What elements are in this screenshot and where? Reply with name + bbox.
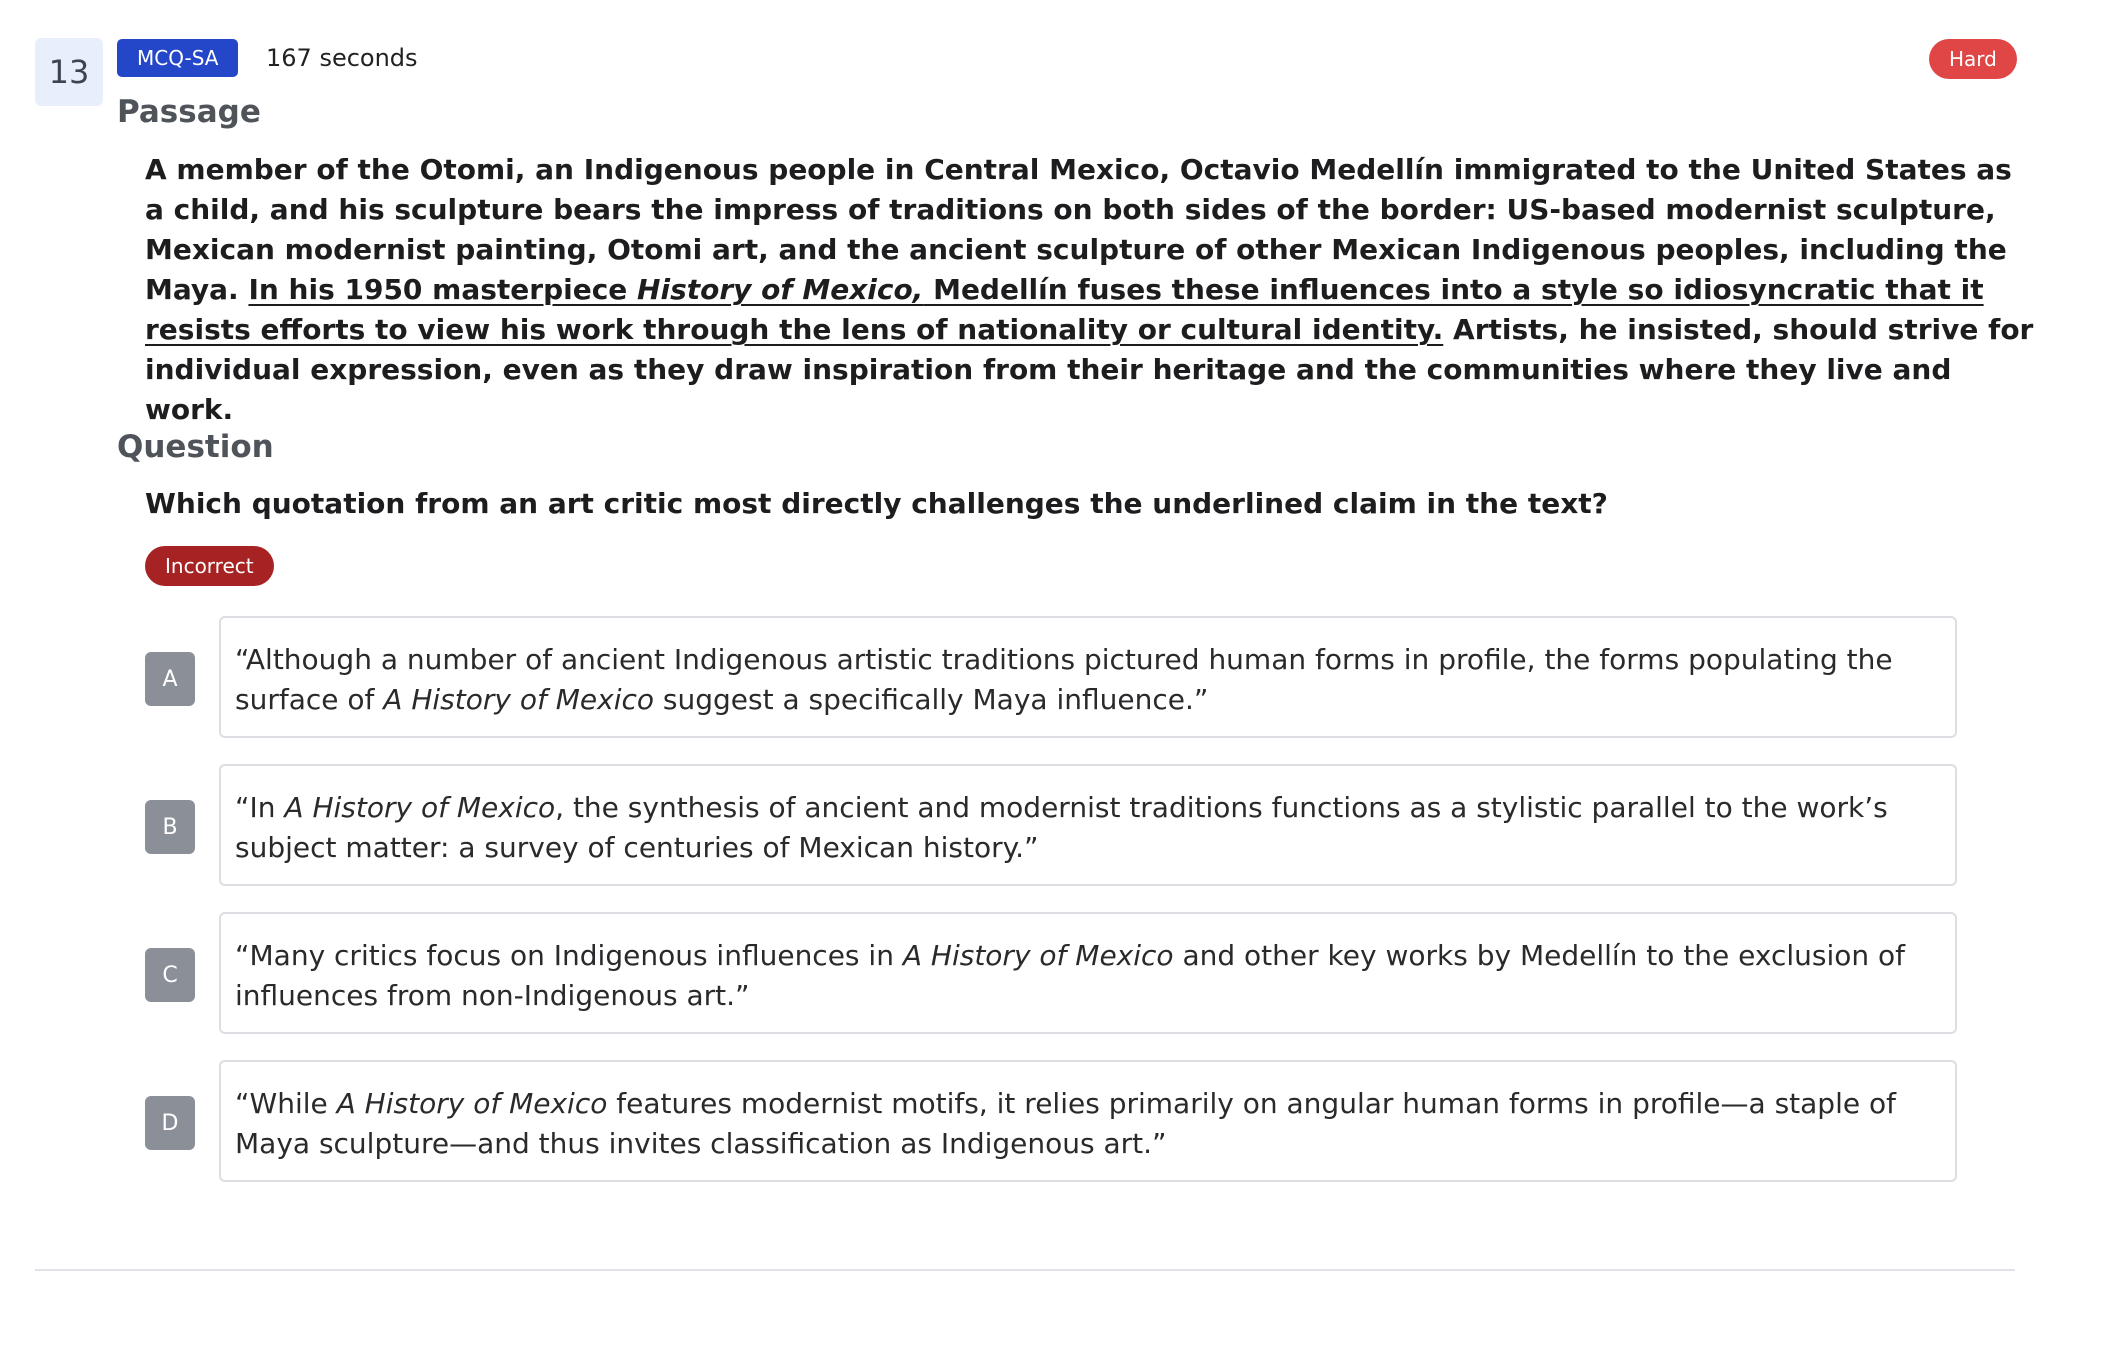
option-c[interactable]: C “Many critics focus on Indigenous infl… <box>145 912 1991 1038</box>
option-text: “In <box>235 791 285 824</box>
question-text: Which quotation from an art critic most … <box>145 487 1608 520</box>
option-text-box[interactable]: “Many critics focus on Indigenous influe… <box>219 912 1957 1034</box>
passage-heading: Passage <box>117 94 261 130</box>
passage-text: A member of the Otomi, an Indigenous peo… <box>145 150 2040 430</box>
option-a[interactable]: A “Although a number of ancient Indigeno… <box>145 616 1991 742</box>
difficulty-badge: Hard <box>1929 39 2017 79</box>
underlined-part-1: In his 1950 masterpiece <box>248 273 638 306</box>
option-letter[interactable]: A <box>145 652 195 706</box>
section-divider <box>35 1269 2015 1271</box>
option-letter[interactable]: B <box>145 800 195 854</box>
option-title: A History of Mexico <box>284 791 556 824</box>
option-text-box[interactable]: “In A History of Mexico, the synthesis o… <box>219 764 1957 886</box>
option-b[interactable]: B “In A History of Mexico, the synthesis… <box>145 764 1991 890</box>
option-letter[interactable]: C <box>145 948 195 1002</box>
question-type-badge: MCQ-SA <box>117 39 239 77</box>
option-text: suggest a specifically Maya influence.” <box>654 683 1209 716</box>
option-title: A History of Mexico <box>902 939 1174 972</box>
question-number: 13 <box>35 38 103 106</box>
question-card: 13 MCQ-SA 167 seconds Hard Passage A mem… <box>35 38 2033 1278</box>
underlined-title: History of Mexico, <box>637 273 924 306</box>
option-title: A History of Mexico <box>383 683 654 716</box>
option-text-box[interactable]: “While A History of Mexico features mode… <box>219 1060 1957 1182</box>
option-letter[interactable]: D <box>145 1096 195 1150</box>
option-text-box[interactable]: “Although a number of ancient Indigenous… <box>219 616 1957 738</box>
option-text: “While <box>235 1087 337 1120</box>
option-d[interactable]: D “While A History of Mexico features mo… <box>145 1060 1991 1186</box>
option-title: A History of Mexico <box>336 1087 608 1120</box>
status-badge: Incorrect <box>145 546 274 586</box>
option-text: “Many critics focus on Indigenous influe… <box>235 939 903 972</box>
question-heading: Question <box>117 429 274 465</box>
time-spent: 167 seconds <box>266 44 418 72</box>
